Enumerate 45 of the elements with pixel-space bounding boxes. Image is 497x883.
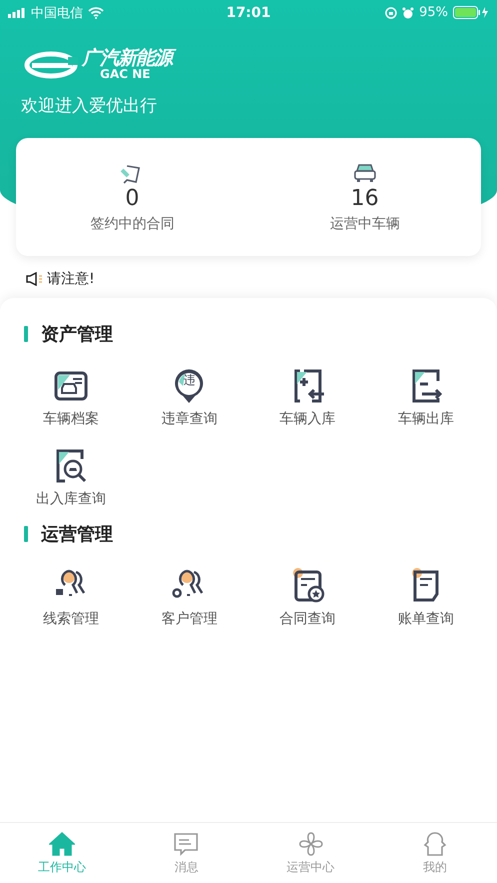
accent-bar (24, 526, 28, 542)
menu-item-label: 账单查询 (398, 610, 454, 628)
menu-item-label: 客户管理 (161, 610, 218, 628)
clover-icon (298, 830, 324, 856)
section-title: 运营管理 (41, 523, 113, 546)
menu-item-label: 违章查询 (161, 410, 218, 428)
wifi-icon (88, 6, 104, 18)
stat-label: 运营中车辆 (330, 214, 400, 232)
menu-item[interactable]: 客户管理 (130, 568, 248, 628)
menu-item-label: 车辆出库 (398, 410, 454, 428)
menu-item[interactable]: 车辆档案 (12, 368, 130, 428)
battery-charging-icon (452, 6, 489, 19)
icon-glyph: 违 (183, 374, 196, 386)
menu-item-label: 车辆档案 (43, 410, 100, 428)
status-time: 17:01 (226, 4, 271, 20)
rotation-lock-icon (385, 6, 398, 18)
signal-icon (8, 8, 26, 18)
speaker-icon (26, 272, 44, 286)
menu-item[interactable]: 车辆入库 (248, 368, 367, 428)
menu-item[interactable]: 账单查询 (366, 568, 485, 628)
logo-subtext: GAC NE (100, 68, 152, 80)
menu-item[interactable]: 车辆出库 (366, 368, 485, 428)
battery-percent: 95% (419, 5, 448, 20)
welcome-text: 欢迎进入爱优出行 (21, 95, 158, 117)
stat-label: 签约中的合同 (90, 214, 174, 232)
section-title: 资产管理 (41, 323, 113, 346)
accent-bar (24, 326, 28, 342)
profile-icon (422, 830, 448, 856)
message-icon (173, 830, 200, 856)
menu-item-label: 出入库查询 (36, 490, 106, 508)
carrier-name: 中国电信 (31, 4, 83, 22)
stat-value: 16 (350, 186, 379, 210)
menu-item-label: 线索管理 (43, 610, 100, 628)
menu-item-label: 车辆入库 (280, 410, 336, 428)
stat-value: 0 (125, 186, 140, 210)
alarm-icon (402, 6, 414, 18)
menu-item[interactable]: 线索管理 (12, 568, 130, 628)
menu-item[interactable]: 违 违章查询 (130, 368, 248, 428)
menu-item[interactable]: 合同查询 (248, 568, 367, 628)
menu-item[interactable]: 出入库查询 (12, 448, 130, 508)
notice-text: 请注意! (47, 270, 95, 288)
home-icon (49, 830, 76, 856)
car-icon (352, 162, 377, 184)
logo-icon (24, 50, 78, 78)
menu-item-label: 合同查询 (280, 610, 336, 628)
